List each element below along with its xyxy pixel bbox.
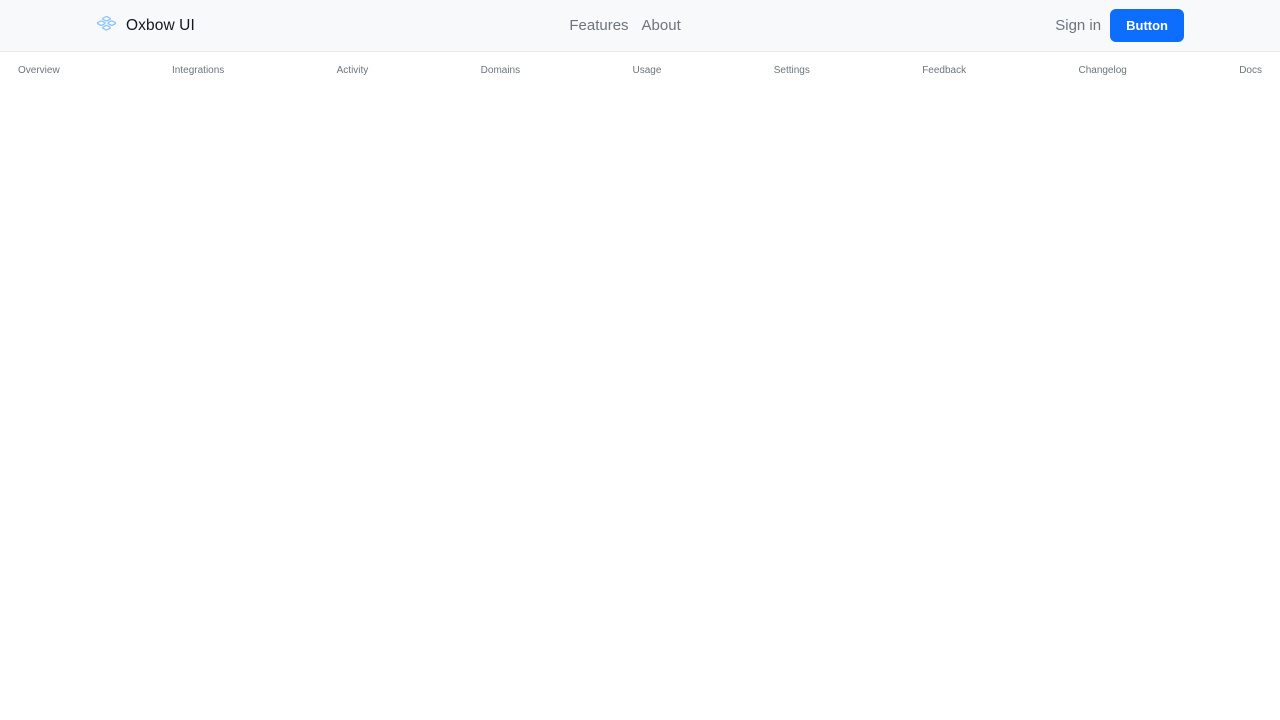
- site-header: Oxbow UI Features About Sign in Button: [0, 0, 1280, 52]
- page-body: [0, 90, 1280, 720]
- nav-link-features[interactable]: Features: [569, 18, 628, 33]
- secondary-nav-item-activity[interactable]: Activity: [337, 66, 369, 76]
- sign-in-link[interactable]: Sign in: [1055, 18, 1101, 33]
- brand-name: Oxbow UI: [126, 16, 195, 34]
- brand-logo-link[interactable]: Oxbow UI: [96, 15, 195, 36]
- header-actions: Sign in Button: [1055, 9, 1184, 42]
- stacked-boxes-icon: [96, 15, 117, 36]
- cta-button[interactable]: Button: [1110, 9, 1184, 42]
- secondary-nav-item-overview[interactable]: Overview: [18, 66, 60, 76]
- nav-link-about[interactable]: About: [642, 18, 681, 33]
- primary-nav: Features About: [569, 18, 680, 33]
- secondary-nav-item-changelog[interactable]: Changelog: [1078, 66, 1126, 76]
- secondary-nav: Overview Integrations Activity Domains U…: [0, 52, 1280, 90]
- secondary-nav-item-settings[interactable]: Settings: [774, 66, 810, 76]
- secondary-nav-item-integrations[interactable]: Integrations: [172, 66, 224, 76]
- secondary-nav-item-feedback[interactable]: Feedback: [922, 66, 966, 76]
- secondary-nav-item-domains[interactable]: Domains: [481, 66, 520, 76]
- secondary-nav-item-usage[interactable]: Usage: [632, 66, 661, 76]
- secondary-nav-item-docs[interactable]: Docs: [1239, 66, 1262, 76]
